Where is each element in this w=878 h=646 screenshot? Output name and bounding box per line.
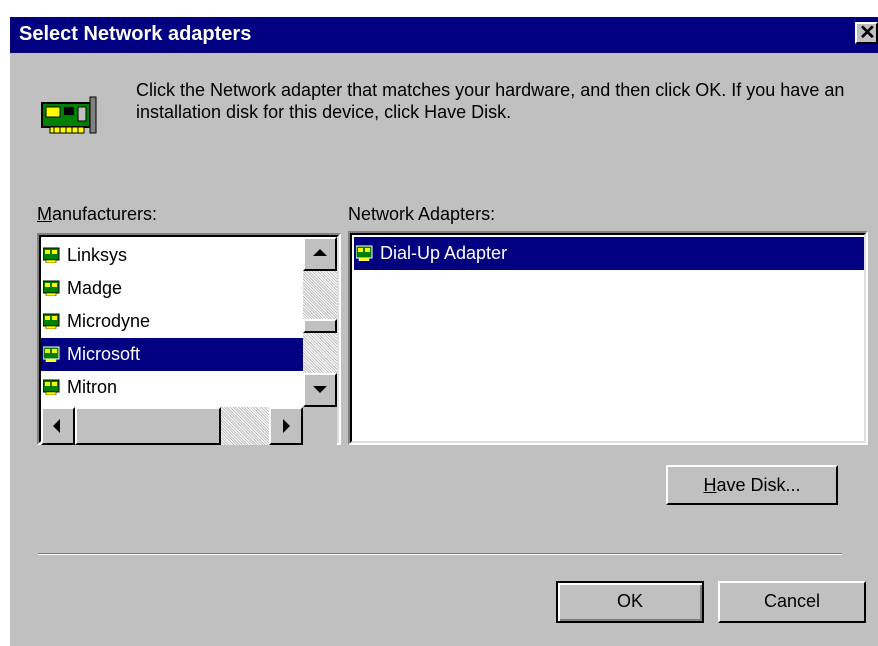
manufacturers-label: Manufacturers: bbox=[37, 204, 158, 224]
network-card-icon bbox=[356, 245, 373, 261]
cancel-button[interactable]: Cancel bbox=[718, 581, 866, 623]
separator-highlight bbox=[38, 554, 842, 555]
scroll-up-button[interactable] bbox=[303, 237, 337, 271]
list-item-mitron[interactable]: Mitron bbox=[41, 371, 303, 404]
network-card-icon bbox=[41, 96, 97, 134]
vertical-scroll-thumb[interactable] bbox=[303, 319, 337, 333]
list-item-linksys[interactable]: Linksys bbox=[41, 239, 303, 272]
instruction-text: Click the Network adapter that matches y… bbox=[136, 80, 845, 122]
manufacturers-listbox[interactable]: Linksys Madge Microdyne Microsoft Mitron bbox=[37, 233, 341, 445]
cancel-button-label: Cancel bbox=[763, 591, 821, 611]
list-item-label: Mitron bbox=[67, 377, 118, 397]
close-icon: ✕ bbox=[859, 22, 876, 44]
list-item-label: Microdyne bbox=[67, 311, 151, 331]
arrow-down-icon bbox=[313, 386, 327, 393]
horizontal-scroll-thumb[interactable] bbox=[75, 407, 221, 445]
network-adapters-listbox[interactable]: Dial-Up Adapter bbox=[348, 231, 868, 445]
list-item-label: Linksys bbox=[67, 245, 128, 265]
network-card-icon bbox=[43, 247, 60, 263]
select-network-adapters-dialog: Select Network adapters ✕ Click the Netw… bbox=[10, 17, 878, 646]
arrow-left-icon bbox=[53, 419, 60, 433]
list-item-madge[interactable]: Madge bbox=[41, 272, 303, 305]
network-card-icon bbox=[43, 313, 60, 329]
arrow-right-icon bbox=[283, 419, 290, 433]
scrollbar-corner bbox=[303, 407, 337, 445]
scroll-right-button[interactable] bbox=[269, 407, 303, 445]
list-item-label: Madge bbox=[67, 278, 123, 298]
list-item-microdyne[interactable]: Microdyne bbox=[41, 305, 303, 338]
dialog-title: Select Network adapters bbox=[19, 23, 252, 45]
close-button[interactable]: ✕ bbox=[855, 22, 878, 44]
ok-button[interactable]: OK bbox=[556, 581, 704, 623]
list-item-microsoft[interactable]: Microsoft bbox=[41, 338, 303, 371]
network-card-icon bbox=[43, 346, 60, 362]
network-card-icon bbox=[43, 379, 60, 395]
network-adapters-label: Network Adapters: bbox=[348, 204, 496, 224]
list-item-label: Microsoft bbox=[67, 344, 141, 364]
title-bar[interactable]: Select Network adapters ✕ bbox=[10, 17, 878, 53]
ok-button-label: OK bbox=[616, 591, 643, 611]
scroll-left-button[interactable] bbox=[41, 407, 75, 445]
arrow-up-icon bbox=[313, 249, 327, 256]
have-disk-button[interactable]: Have Disk... bbox=[666, 465, 838, 505]
scroll-down-button[interactable] bbox=[303, 373, 337, 407]
list-item-label: Dial-Up Adapter bbox=[380, 243, 508, 263]
list-item-dial-up-adapter[interactable]: Dial-Up Adapter bbox=[354, 237, 864, 270]
network-card-icon bbox=[43, 280, 60, 296]
